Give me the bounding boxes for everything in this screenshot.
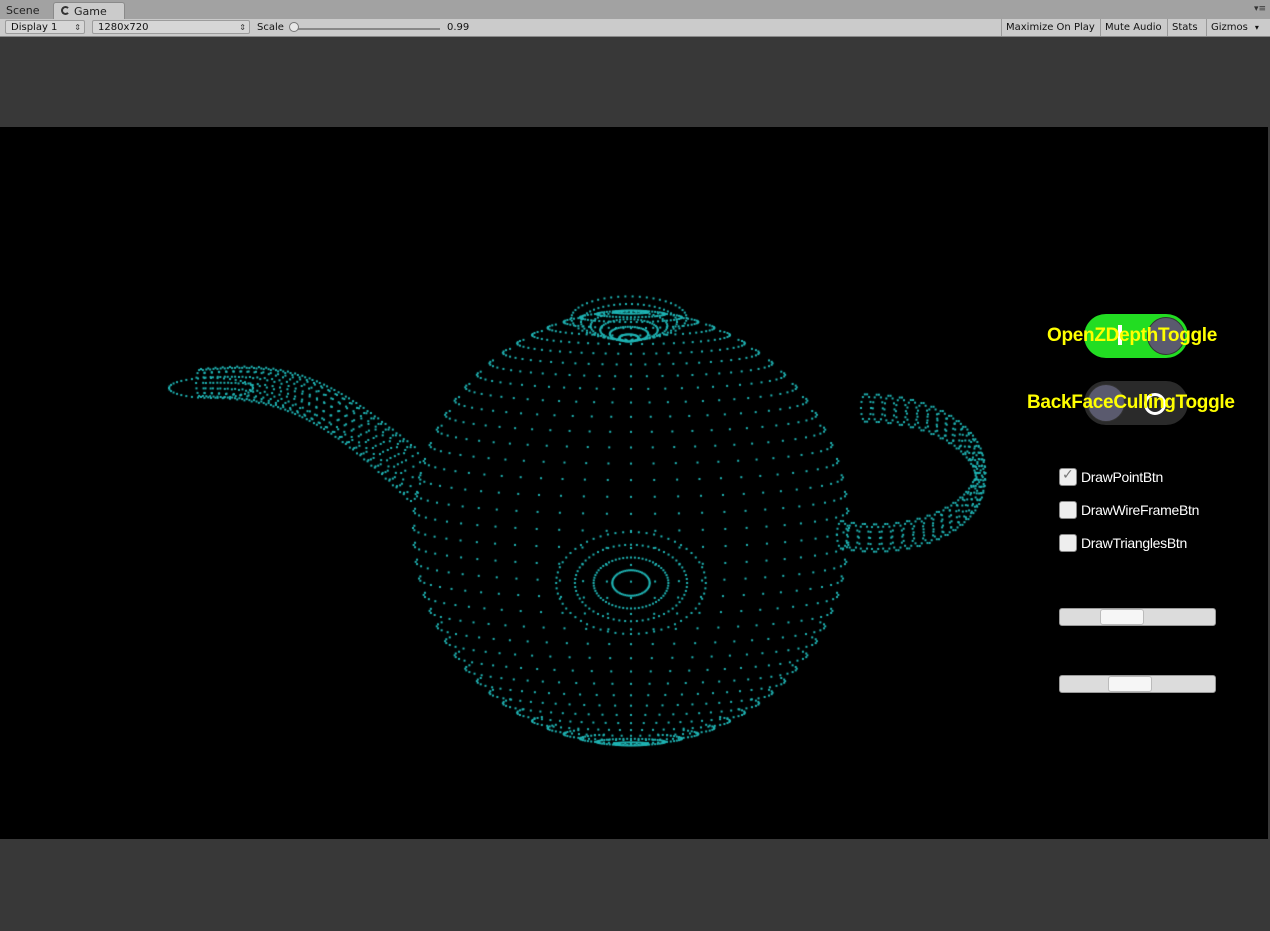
display-dropdown[interactable]: Display 1 ⇕ xyxy=(5,20,85,34)
tab-game[interactable]: Game xyxy=(53,2,125,20)
scale-label: Scale xyxy=(257,22,284,33)
resolution-dropdown[interactable]: 1280x720 ⇕ xyxy=(92,20,250,34)
gizmos-dropdown-icon: ▾ xyxy=(1254,23,1259,32)
slider-2[interactable] xyxy=(1059,675,1216,693)
dropdown-arrow-icon: ⇕ xyxy=(239,23,246,32)
display-dropdown-value: Display 1 xyxy=(11,22,58,33)
game-tab-icon xyxy=(61,6,70,15)
gizmos-button[interactable]: Gizmos ▾ xyxy=(1206,19,1262,36)
draw-point-checkbox[interactable]: ✓ xyxy=(1059,467,1077,486)
draw-wireframe-checkbox[interactable] xyxy=(1059,501,1077,519)
mute-audio-button[interactable]: Mute Audio xyxy=(1100,19,1166,36)
tab-bar: Scene Game ▾≡ xyxy=(0,0,1270,20)
game-viewport[interactable]: OpenZDepthToggle BackFaceCullingToggle ✓… xyxy=(0,127,1268,839)
dropdown-arrow-icon: ⇕ xyxy=(74,23,81,32)
draw-triangles-label: DrawTrianglesBtn xyxy=(1081,535,1187,551)
backface-toggle-label: BackFaceCullingToggle xyxy=(1027,392,1235,413)
slider-1[interactable] xyxy=(1059,608,1216,626)
scale-value: 0.99 xyxy=(447,22,470,33)
zdepth-toggle-label: OpenZDepthToggle xyxy=(1047,325,1218,346)
draw-point-label: DrawPointBtn xyxy=(1081,469,1163,485)
slider-1-handle[interactable] xyxy=(1100,609,1144,625)
draw-point-checkbox-row[interactable]: ✓ DrawPointBtn xyxy=(1059,467,1163,487)
scale-slider-track[interactable] xyxy=(296,28,440,30)
scale-slider-knob[interactable] xyxy=(289,22,299,32)
panel-menu-icon[interactable]: ▾≡ xyxy=(1254,4,1266,14)
draw-wireframe-checkbox-row[interactable]: DrawWireFrameBtn xyxy=(1059,500,1199,520)
gizmos-label: Gizmos xyxy=(1211,22,1248,33)
tab-game-label: Game xyxy=(74,5,107,18)
slider-2-handle[interactable] xyxy=(1108,676,1152,692)
resolution-dropdown-value: 1280x720 xyxy=(98,22,149,33)
draw-triangles-checkbox-row[interactable]: DrawTrianglesBtn xyxy=(1059,533,1187,553)
tab-scene[interactable]: Scene xyxy=(0,2,46,19)
draw-triangles-checkbox[interactable] xyxy=(1059,534,1077,552)
check-icon: ✓ xyxy=(1062,467,1074,483)
maximize-on-play-button[interactable]: Maximize On Play xyxy=(1001,19,1099,36)
draw-wireframe-label: DrawWireFrameBtn xyxy=(1081,502,1200,518)
game-toolbar: Display 1 ⇕ 1280x720 ⇕ Scale 0.99 Maximi… xyxy=(0,19,1270,37)
stats-button[interactable]: Stats xyxy=(1167,19,1202,36)
